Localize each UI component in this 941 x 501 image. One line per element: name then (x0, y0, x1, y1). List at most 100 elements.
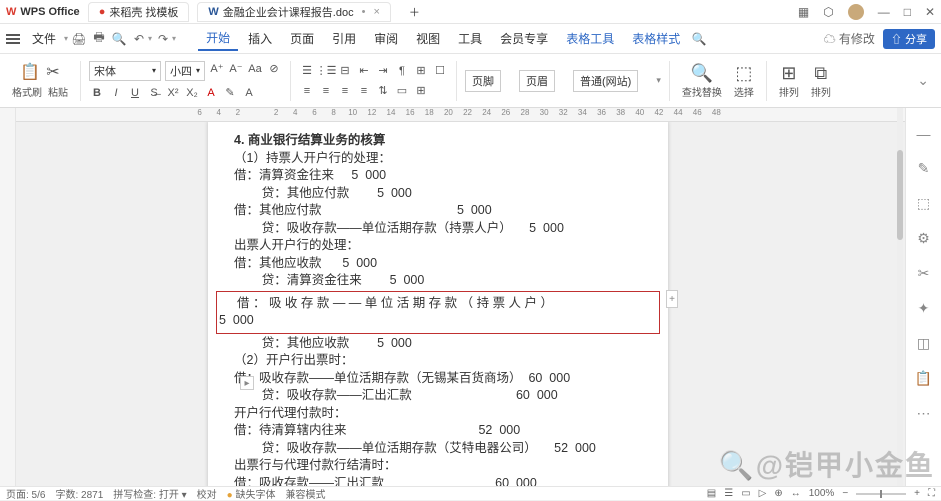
superscript-icon[interactable]: X² (165, 85, 181, 101)
document-content[interactable]: 4. 商业银行结算业务的核算 （1）持票人开户行的处理： 借：清算资金往来 5 … (208, 132, 668, 486)
tabs-icon[interactable]: ⊞ (413, 63, 429, 79)
page-nav-icon[interactable]: ▸ (240, 376, 254, 390)
missing-fonts[interactable]: ● 缺失字体 (227, 486, 276, 501)
file-menu[interactable]: 文件 (24, 27, 64, 50)
highlight-icon[interactable]: ✎ (222, 85, 238, 101)
zoom-out-icon[interactable]: — (917, 126, 931, 142)
compat-mode[interactable]: 兼容模式 (285, 486, 325, 501)
share-button[interactable]: ⇧ 分享 (883, 29, 935, 49)
strike-icon[interactable]: S̶ (146, 85, 162, 101)
tab-tools[interactable]: 工具 (450, 27, 490, 50)
zoom-level[interactable]: 100% (809, 488, 835, 499)
justify-icon[interactable]: ≡ (356, 83, 372, 99)
collapse-ribbon-icon[interactable]: ⌄ (913, 72, 933, 89)
font-family-select[interactable]: 宋体▾ (89, 61, 161, 81)
print-icon[interactable]: 🖶 (90, 28, 108, 49)
tab-member[interactable]: 会员专享 (492, 27, 556, 50)
clear-format-icon[interactable]: ⊘ (266, 61, 282, 77)
select-button[interactable]: ⬚选择 (730, 63, 758, 99)
ai-icon[interactable]: ✦ (918, 300, 930, 317)
horizontal-ruler[interactable]: 6422468101214161820222426283032343638404… (0, 108, 941, 122)
arrange-button[interactable]: ⧉排列 (807, 63, 835, 99)
search-icon[interactable]: 🔍 (690, 32, 708, 46)
new-tab-button[interactable]: ＋ (399, 2, 430, 22)
clipboard-icon[interactable]: 📋 (915, 370, 932, 387)
tab-document[interactable]: W金融企业会计课程报告.doc•× (197, 2, 390, 22)
style-gallery[interactable]: 页脚 页眉 普通(网站) ▾ (465, 70, 661, 92)
paragraph-icon[interactable]: ⊞ (413, 83, 429, 99)
document-workspace[interactable]: 4. 商业银行结算业务的核算 （1）持票人开户行的处理： 借：清算资金往来 5 … (18, 122, 903, 486)
undo-icon[interactable]: ↶ (130, 32, 148, 46)
format-painter-label[interactable]: 格式刷 (12, 84, 42, 99)
margin-handle[interactable]: + (666, 290, 678, 308)
tab-page[interactable]: 页面 (282, 27, 322, 50)
align-center-icon[interactable]: ≡ (318, 83, 334, 99)
apps-icon[interactable]: ▦ (798, 5, 809, 19)
preview-icon[interactable]: 🔍 (110, 32, 128, 46)
line-spacing-icon[interactable]: ⇅ (375, 83, 391, 99)
align-tool-button[interactable]: ⊞排列 (775, 63, 803, 99)
has-changes[interactable]: ☁ 有修改 (824, 30, 875, 47)
cube-icon[interactable]: ⬡ (823, 5, 833, 19)
underline-icon[interactable]: U (127, 85, 143, 101)
shrink-font-icon[interactable]: A⁻ (228, 61, 244, 77)
tab-view[interactable]: 视图 (408, 27, 448, 50)
copy-icon[interactable]: ✂ (46, 62, 59, 82)
tab-start[interactable]: 开始 (198, 26, 238, 51)
grow-font-icon[interactable]: A⁺ (209, 61, 225, 77)
zoom-in-button[interactable]: + (914, 488, 920, 499)
scrollbar-thumb[interactable] (897, 150, 903, 240)
view-mode-outline-icon[interactable]: ☰ (724, 488, 733, 499)
zoom-out-button[interactable]: − (842, 488, 848, 499)
subscript-icon[interactable]: X₂ (184, 85, 200, 101)
sort-icon[interactable]: ¶ (394, 63, 410, 79)
page-indicator[interactable]: 页面: 5/6 (6, 486, 45, 501)
zoom-slider[interactable] (856, 493, 906, 495)
bold-icon[interactable]: B (89, 85, 105, 101)
layers-icon[interactable]: ◫ (917, 335, 930, 352)
view-mode-read-icon[interactable]: ▷ (759, 488, 767, 499)
minimize-button[interactable]: — (878, 5, 890, 19)
tab-review[interactable]: 审阅 (366, 27, 406, 50)
change-case-icon[interactable]: Aa (247, 61, 263, 77)
font-color-icon[interactable]: A (203, 85, 219, 101)
spellcheck-status[interactable]: 拼写检查: 打开 ▾ (113, 486, 186, 501)
align-right-icon[interactable]: ≡ (337, 83, 353, 99)
shading-icon[interactable]: ▭ (394, 83, 410, 99)
tab-template[interactable]: ●来稻壳 找模板 (88, 2, 190, 22)
bookmark-icon[interactable]: ⚙ (917, 230, 930, 247)
paste-label[interactable]: 粘贴 (48, 84, 68, 99)
select-tool-icon[interactable]: ⬚ (917, 195, 930, 212)
close-tab-icon[interactable]: × (373, 6, 379, 18)
maximize-button[interactable]: □ (904, 5, 911, 19)
view-mode-web-icon[interactable]: ▭ (741, 488, 750, 499)
multilevel-icon[interactable]: ⊟ (337, 63, 353, 79)
find-replace-button[interactable]: 🔍查找替换 (678, 63, 726, 99)
tab-insert[interactable]: 插入 (240, 27, 280, 50)
view-mode-page-icon[interactable]: ▤ (707, 488, 716, 499)
proof-status[interactable]: 校对 (197, 486, 217, 501)
decrease-indent-icon[interactable]: ⇤ (356, 63, 372, 79)
tab-table-tools[interactable]: 表格工具 (558, 27, 622, 50)
increase-indent-icon[interactable]: ⇥ (375, 63, 391, 79)
view-mode-focus-icon[interactable]: ⊕ (774, 488, 782, 499)
close-window-button[interactable]: ✕ (925, 5, 935, 19)
save-icon[interactable]: 🖨 (70, 32, 88, 46)
crop-icon[interactable]: ✂ (918, 265, 930, 282)
align-left-icon[interactable]: ≡ (299, 83, 315, 99)
tab-table-styles[interactable]: 表格样式 (624, 27, 688, 50)
menu-icon[interactable] (6, 34, 20, 44)
border-icon[interactable]: ☐ (432, 63, 448, 79)
bullets-icon[interactable]: ☰ (299, 63, 315, 79)
redo-icon[interactable]: ↷ (154, 32, 172, 46)
cut-icon[interactable]: 📋 (20, 62, 40, 82)
avatar[interactable] (848, 4, 864, 20)
fit-icon[interactable]: ↔ (791, 488, 801, 499)
vertical-ruler[interactable] (0, 108, 16, 486)
numbering-icon[interactable]: ⋮☰ (318, 63, 334, 79)
word-count[interactable]: 字数: 2871 (55, 486, 103, 501)
pencil-icon[interactable]: ✎ (918, 160, 930, 177)
fullscreen-icon[interactable]: ⛶ (928, 488, 935, 499)
font-effects-icon[interactable]: A (241, 85, 257, 101)
more-icon[interactable]: ⋯ (917, 405, 931, 422)
